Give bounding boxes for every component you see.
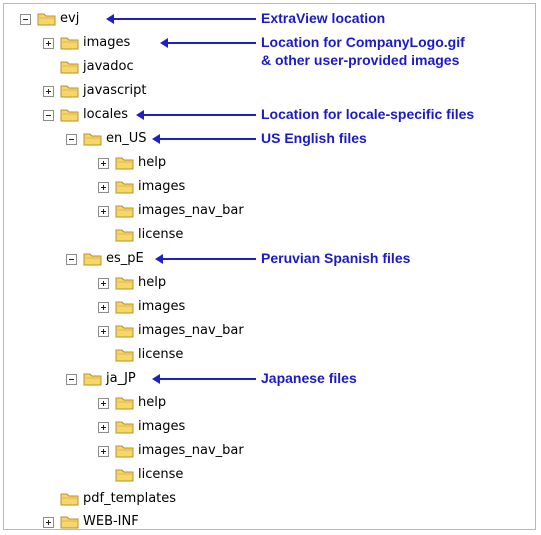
tree-item-ja-jp-images-nav-bar[interactable]: images_nav_bar — [4, 442, 535, 464]
tree-item-en-us-license[interactable]: license — [4, 226, 535, 248]
folder-icon — [115, 419, 135, 435]
tree-item-label: license — [138, 467, 184, 482]
tree-item-label: en_US — [106, 131, 147, 146]
expand-icon[interactable] — [98, 398, 109, 409]
folder-icon — [115, 395, 135, 411]
tree-item-label: help — [138, 395, 167, 410]
collapse-icon[interactable] — [66, 254, 77, 265]
left-arrow-icon — [155, 252, 256, 266]
tree-item-label: images — [83, 35, 131, 50]
collapse-icon[interactable] — [66, 374, 77, 385]
folder-icon — [37, 11, 57, 27]
folder-icon — [115, 443, 135, 459]
tree-item-ja-jp-license[interactable]: license — [4, 466, 535, 488]
tree-item-pdf-templates[interactable]: pdf_templates — [4, 490, 535, 512]
left-arrow-icon — [160, 36, 256, 50]
annotation-logo-location-line1: Location for CompanyLogo.gif — [261, 34, 465, 50]
expand-icon[interactable] — [98, 182, 109, 193]
folder-icon — [115, 347, 135, 363]
folder-tree-panel: evj images javadoc javascript locales en… — [3, 3, 536, 530]
tree-item-label: license — [138, 227, 184, 242]
folder-icon — [83, 251, 103, 267]
annotation-us-english: US English files — [261, 130, 367, 146]
tree-item-en-us-help[interactable]: help — [4, 154, 535, 176]
expand-icon[interactable] — [98, 158, 109, 169]
folder-icon — [60, 491, 80, 507]
tree-item-label: images_nav_bar — [138, 203, 244, 218]
expand-icon[interactable] — [98, 206, 109, 217]
tree-item-label: pdf_templates — [83, 491, 177, 506]
tree-item-ja-jp-images[interactable]: images — [4, 418, 535, 440]
annotation-extraview-location: ExtraView location — [261, 10, 386, 26]
expand-icon[interactable] — [98, 278, 109, 289]
collapse-icon[interactable] — [43, 110, 54, 121]
left-arrow-icon — [106, 12, 256, 26]
collapse-icon[interactable] — [20, 14, 31, 25]
tree-item-javascript[interactable]: javascript — [4, 82, 535, 104]
tree-item-label: es_pE — [106, 251, 144, 266]
tree-item-ja-jp-help[interactable]: help — [4, 394, 535, 416]
folder-icon — [115, 155, 135, 171]
tree-item-label: evj — [60, 11, 80, 26]
annotation-locale-location: Location for locale-specific files — [261, 106, 475, 122]
folder-icon — [60, 83, 80, 99]
folder-icon — [115, 203, 135, 219]
folder-icon — [115, 275, 135, 291]
tree-item-label: images_nav_bar — [138, 323, 244, 338]
folder-icon — [115, 179, 135, 195]
expand-icon[interactable] — [98, 422, 109, 433]
expand-icon[interactable] — [98, 302, 109, 313]
folder-icon — [115, 299, 135, 315]
expand-icon[interactable] — [98, 446, 109, 457]
expand-icon[interactable] — [43, 86, 54, 97]
tree-item-label: images_nav_bar — [138, 443, 244, 458]
folder-icon — [115, 323, 135, 339]
tree-item-es-pe-license[interactable]: license — [4, 346, 535, 368]
left-arrow-icon — [152, 372, 256, 386]
folder-icon — [60, 35, 80, 51]
tree-item-label: help — [138, 155, 167, 170]
tree-item-label: images — [138, 179, 186, 194]
folder-icon — [115, 227, 135, 243]
folder-icon — [83, 371, 103, 387]
collapse-icon[interactable] — [66, 134, 77, 145]
tree-item-en-us-images[interactable]: images — [4, 178, 535, 200]
tree-item-label: WEB-INF — [83, 514, 139, 529]
annotation-peruvian-spanish: Peruvian Spanish files — [261, 250, 411, 266]
tree-item-label: javadoc — [83, 59, 134, 74]
folder-icon — [115, 467, 135, 483]
folder-icon — [60, 59, 80, 75]
left-arrow-icon — [136, 108, 256, 122]
tree-item-label: images — [138, 299, 186, 314]
tree-item-es-pe-help[interactable]: help — [4, 274, 535, 296]
expand-icon[interactable] — [43, 38, 54, 49]
folder-icon — [60, 514, 80, 530]
tree-item-label: ja_JP — [106, 371, 136, 386]
annotation-logo-location-line2: & other user-provided images — [261, 52, 460, 68]
tree-item-es-pe-images[interactable]: images — [4, 298, 535, 320]
folder-icon — [60, 107, 80, 123]
tree-item-label: locales — [83, 107, 129, 122]
expand-icon[interactable] — [43, 517, 54, 528]
tree-item-label: images — [138, 419, 186, 434]
left-arrow-icon — [152, 132, 256, 146]
folder-icon — [83, 131, 103, 147]
tree-item-web-inf[interactable]: WEB-INF — [4, 513, 535, 535]
tree-item-es-pe-images-nav-bar[interactable]: images_nav_bar — [4, 322, 535, 344]
annotation-japanese: Japanese files — [261, 370, 357, 386]
expand-icon[interactable] — [98, 326, 109, 337]
tree-item-label: javascript — [83, 83, 147, 98]
tree-item-label: help — [138, 275, 167, 290]
tree-item-en-us-images-nav-bar[interactable]: images_nav_bar — [4, 202, 535, 224]
tree-item-label: license — [138, 347, 184, 362]
